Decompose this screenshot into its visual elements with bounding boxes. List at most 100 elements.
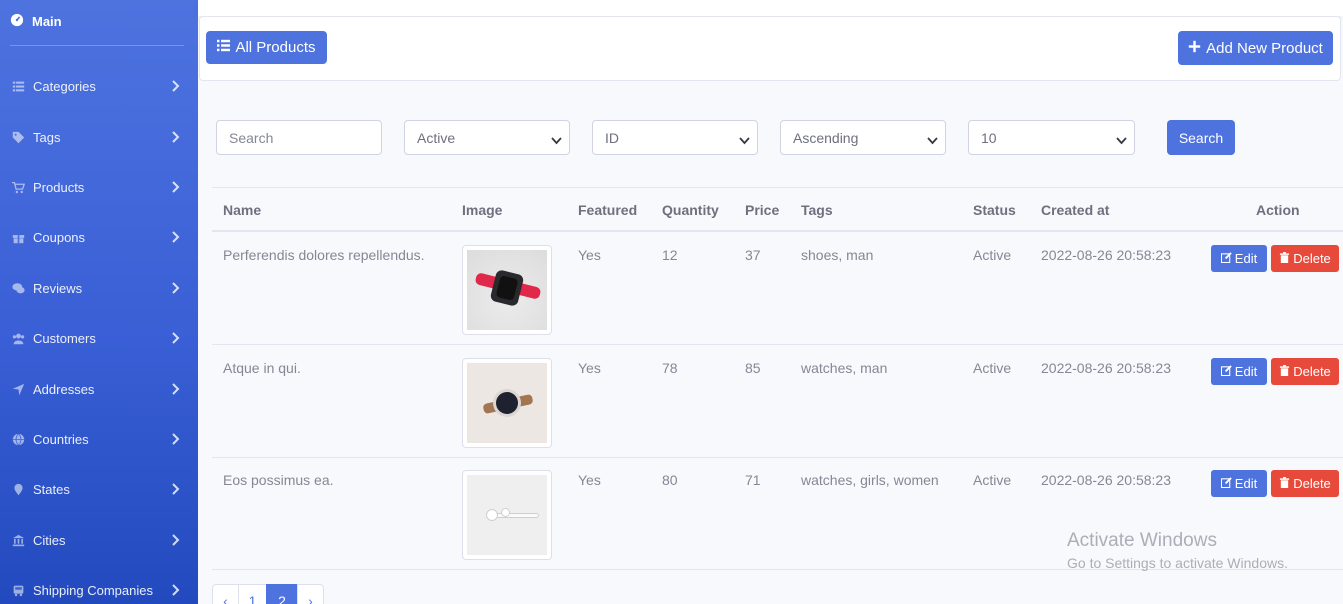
chevron-right-icon	[170, 383, 180, 395]
product-tags: watches, man	[801, 360, 888, 376]
topbar	[198, 0, 1343, 16]
chevron-down-icon	[739, 133, 750, 145]
search-input[interactable]	[229, 129, 381, 146]
table-header: Name Image Featured Quantity Price Tags …	[212, 187, 1343, 232]
all-products-button[interactable]: All Products	[206, 31, 327, 64]
sidebar-item-coupons[interactable]: Coupons	[0, 227, 198, 247]
product-featured: Yes	[578, 472, 601, 488]
delete-button[interactable]: Delete	[1271, 358, 1339, 385]
delete-label: Delete	[1293, 476, 1331, 491]
product-name: Eos possimus ea.	[223, 472, 334, 488]
chevron-right-icon	[170, 483, 180, 495]
product-status: Active	[973, 247, 1012, 263]
order-select-value: Ascending	[793, 129, 859, 146]
product-name: Perferendis dolores repellendus.	[223, 247, 425, 263]
status-select-value: Active	[417, 129, 456, 146]
pagination: ‹ 1 2 ›	[212, 584, 324, 604]
pagination-page-2[interactable]: 2	[266, 584, 298, 604]
trash-icon	[1279, 251, 1290, 266]
chevron-right-icon	[170, 231, 180, 243]
product-price: 37	[745, 247, 761, 263]
delete-label: Delete	[1293, 364, 1331, 379]
delete-button[interactable]: Delete	[1271, 245, 1339, 272]
sidebar-item-categories[interactable]: Categories	[0, 76, 198, 96]
pagination-page-1[interactable]: 1	[238, 584, 267, 604]
sidebar-item-label: Shipping Companies	[33, 582, 153, 598]
sidebar-item-customers[interactable]: Customers	[0, 328, 198, 348]
cart-icon	[11, 180, 25, 194]
university-icon	[11, 533, 25, 547]
chevron-down-icon	[927, 133, 938, 145]
sidebar-divider	[10, 45, 184, 46]
truck-icon	[11, 583, 25, 597]
column-header-tags[interactable]: Tags	[801, 202, 833, 218]
order-select[interactable]: Ascending	[780, 120, 946, 155]
sort-by-select[interactable]: ID	[592, 120, 758, 155]
sidebar-item-reviews[interactable]: Reviews	[0, 278, 198, 298]
all-products-label: All Products	[235, 39, 316, 56]
sidebar-item-products[interactable]: Products	[0, 177, 198, 197]
activate-windows-subtitle: Go to Settings to activate Windows.	[1067, 555, 1288, 571]
column-header-price[interactable]: Price	[745, 202, 779, 218]
add-new-product-button[interactable]: Add New Product	[1178, 31, 1333, 65]
sidebar-item-countries[interactable]: Countries	[0, 429, 198, 449]
chevron-right-icon	[170, 433, 180, 445]
search-button[interactable]: Search	[1167, 120, 1235, 155]
edit-button[interactable]: Edit	[1211, 358, 1267, 385]
delete-label: Delete	[1293, 251, 1331, 266]
plus-icon	[1188, 40, 1201, 57]
list-icon	[217, 39, 231, 56]
sidebar-brand[interactable]: Main	[10, 12, 62, 30]
edit-button[interactable]: Edit	[1211, 470, 1267, 497]
add-new-product-label: Add New Product	[1206, 39, 1323, 57]
delete-button[interactable]: Delete	[1271, 470, 1339, 497]
pagination-prev[interactable]: ‹	[212, 584, 239, 604]
column-header-image[interactable]: Image	[462, 202, 502, 218]
status-select[interactable]: Active	[404, 120, 570, 155]
product-price: 71	[745, 472, 761, 488]
product-image	[462, 245, 552, 335]
limit-select-value: 10	[981, 129, 997, 146]
column-header-created-at[interactable]: Created at	[1041, 202, 1109, 218]
edit-icon	[1220, 364, 1232, 379]
search-field[interactable]	[216, 120, 382, 155]
trash-icon	[1279, 476, 1290, 491]
chevron-right-icon	[170, 584, 180, 596]
sidebar-item-states[interactable]: States	[0, 479, 198, 499]
sidebar-item-label: Categories	[33, 78, 96, 94]
globe-icon	[11, 432, 25, 446]
sidebar-item-label: States	[33, 481, 70, 497]
tachometer-icon	[10, 13, 24, 30]
sidebar-item-cities[interactable]: Cities	[0, 530, 198, 550]
product-tags: watches, girls, women	[801, 472, 939, 488]
column-header-name[interactable]: Name	[223, 202, 261, 218]
product-created-at: 2022-08-26 20:58:23	[1041, 360, 1171, 376]
sidebar-item-shipping-companies[interactable]: Shipping Companies	[0, 580, 198, 600]
sidebar-item-label: Products	[33, 179, 85, 195]
column-header-status[interactable]: Status	[973, 202, 1016, 218]
edit-button[interactable]: Edit	[1211, 245, 1267, 272]
sidebar-item-label: Cities	[33, 532, 66, 548]
sidebar-item-addresses[interactable]: Addresses	[0, 379, 198, 399]
product-created-at: 2022-08-26 20:58:23	[1041, 472, 1171, 488]
column-header-quantity[interactable]: Quantity	[662, 202, 719, 218]
users-icon	[11, 331, 25, 345]
sidebar-item-tags[interactable]: Tags	[0, 127, 198, 147]
chevron-right-icon	[170, 534, 180, 546]
chevron-right-icon	[170, 282, 180, 294]
edit-label: Edit	[1234, 476, 1258, 491]
gift-icon	[11, 230, 25, 244]
column-header-featured[interactable]: Featured	[578, 202, 637, 218]
sidebar-item-label: Customers	[33, 330, 96, 346]
table-row: Atque in qui. Yes 78 85 watches, man Act…	[212, 346, 1343, 458]
edit-icon	[1220, 251, 1232, 266]
product-featured: Yes	[578, 247, 601, 263]
edit-icon	[1220, 476, 1232, 491]
pagination-next[interactable]: ›	[297, 584, 324, 604]
limit-select[interactable]: 10	[968, 120, 1135, 155]
product-image	[462, 470, 552, 560]
comments-icon	[11, 281, 25, 295]
product-image	[462, 358, 552, 448]
edit-label: Edit	[1234, 364, 1258, 379]
sidebar-brand-label: Main	[32, 13, 62, 29]
